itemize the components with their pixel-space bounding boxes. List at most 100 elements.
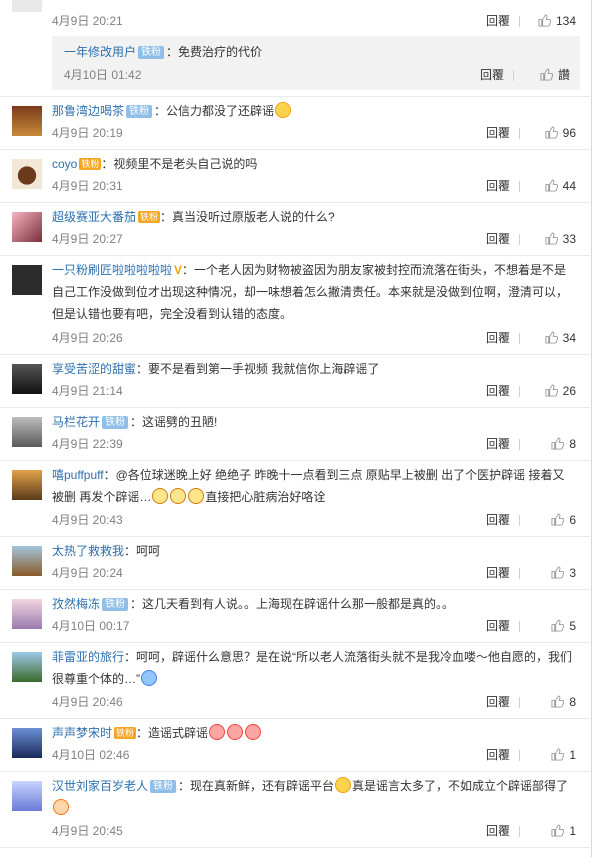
- like-button[interactable]: 34: [545, 329, 576, 347]
- avatar[interactable]: [12, 212, 42, 242]
- like-button[interactable]: 1: [551, 822, 576, 840]
- comment-date: 4月9日 20:45: [52, 824, 123, 838]
- comment-meta: 4月9日 21:14 回覆 26: [52, 382, 576, 400]
- avatar[interactable]: [12, 546, 42, 576]
- like-button[interactable]: 96: [545, 124, 576, 142]
- divider: [519, 515, 520, 526]
- avatar[interactable]: [12, 417, 42, 447]
- like-button[interactable]: 讚: [540, 66, 570, 84]
- comment-content: 现在真新鲜，还有辟谣平台: [190, 779, 335, 793]
- like-count: 1: [569, 824, 576, 838]
- fan-badge: 铁粉: [150, 780, 177, 793]
- reply-button[interactable]: 回覆: [486, 564, 510, 582]
- reply-button[interactable]: 回覆: [486, 511, 510, 529]
- avatar[interactable]: [12, 781, 42, 811]
- like-button[interactable]: 5: [551, 617, 576, 635]
- comment-username[interactable]: 孜然梅冻: [52, 597, 100, 611]
- like-count: 8: [569, 437, 576, 451]
- reply-button[interactable]: 回覆: [486, 435, 510, 453]
- thumbs-up-icon: [551, 437, 565, 450]
- comment-text: 马栏花开 铁粉 ：这谣劈的丑陋!: [52, 415, 218, 429]
- avatar[interactable]: [12, 599, 42, 629]
- thumbs-up-icon: [538, 14, 551, 27]
- comment-username[interactable]: 超级赛亚大番茄: [52, 210, 136, 224]
- like-button[interactable]: 3: [551, 564, 576, 582]
- avatar[interactable]: [12, 159, 42, 189]
- thumbs-up-icon: [545, 179, 558, 192]
- reply-button[interactable]: 回覆: [486, 693, 510, 711]
- reply-button[interactable]: 回覆: [480, 66, 504, 84]
- comment-date: 4月9日 20:31: [52, 179, 123, 193]
- like-button[interactable]: 44: [545, 177, 576, 195]
- comment-username[interactable]: 声声梦宋时: [52, 726, 112, 740]
- reply-button[interactable]: 回覆: [486, 124, 510, 142]
- like-button[interactable]: 6: [551, 511, 576, 529]
- comment-item: 一只粉刷匠啦啦啦啦啦 V：一个老人因为财物被盗因为朋友家被封控而流落在街头，不想着…: [0, 255, 590, 355]
- divider: [519, 826, 520, 837]
- divider: [519, 16, 520, 27]
- divider: [519, 621, 520, 632]
- comment-username[interactable]: 太热了救救我: [52, 544, 124, 558]
- like-button[interactable]: 8: [551, 435, 576, 453]
- fan-badge: 铁粉: [138, 46, 165, 59]
- comment-meta: 4月9日 20:21 回覆 134: [52, 12, 576, 30]
- divider: [519, 750, 520, 761]
- comment-content: 这几天看到有人说。。上海现在辟谣什么那一般都是真的。。: [142, 597, 455, 611]
- comment-content: 这谣劈的丑陋!: [142, 415, 218, 429]
- like-button[interactable]: 134: [538, 12, 576, 30]
- comment-username[interactable]: coyo: [52, 157, 77, 171]
- avatar[interactable]: [12, 470, 42, 500]
- comment-content-continued: 直接把心脏病治好咯诠: [205, 490, 326, 504]
- comment-username[interactable]: 马栏花开: [52, 415, 100, 429]
- reply-button[interactable]: 回覆: [486, 382, 510, 400]
- verified-icon: V: [174, 263, 183, 277]
- comment-date: 4月9日 21:14: [52, 384, 123, 398]
- reply-button[interactable]: 回覆: [486, 329, 510, 347]
- comment-content: 视频里不是老头自己说的吗: [113, 157, 258, 171]
- kiss-emoji-icon: [227, 724, 244, 740]
- fan-badge: 铁粉: [102, 598, 129, 611]
- comment-username[interactable]: 嘻puffpuff: [52, 468, 104, 482]
- comment-item: 孜然梅冻 铁粉 ：这几天看到有人说。。上海现在辟谣什么那一般都是真的。。 4月10日…: [0, 589, 590, 643]
- scroll-border: [591, 0, 592, 857]
- mask-emoji-icon: [141, 670, 157, 686]
- comment-item: 菲雷亚的旅行：呵呵，辟谣什么意思？是在说“所以老人流落街头就不是我冷血喽～他自愿…: [0, 642, 590, 719]
- comment-username[interactable]: 汉世刘家百岁老人: [52, 779, 148, 793]
- divider: [519, 568, 520, 579]
- avatar[interactable]: [12, 0, 42, 12]
- avatar[interactable]: [12, 265, 42, 295]
- avatar[interactable]: [12, 652, 42, 682]
- like-button[interactable]: 1: [551, 746, 576, 764]
- comment-date: 4月9日 20:43: [52, 513, 123, 527]
- reply-button[interactable]: 回覆: [486, 617, 510, 635]
- comment-username[interactable]: 一只粉刷匠啦啦啦啦啦: [52, 263, 172, 277]
- avatar[interactable]: [12, 364, 42, 394]
- comment-text: 汉世刘家百岁老人 铁粉 ：现在真新鲜，还有辟谣平台 真是谣言太多了，不如成立个辟谣部得…: [52, 775, 576, 819]
- thumbs-up-icon: [545, 384, 558, 397]
- reply-button[interactable]: 回覆: [486, 746, 510, 764]
- avatar[interactable]: [12, 106, 42, 136]
- reply-button[interactable]: 回覆: [486, 230, 510, 248]
- comment-item: 太热了救救我：呵呵 4月9日 20:24 回覆 3: [0, 536, 590, 590]
- comment-username[interactable]: 菲雷亚的旅行: [52, 650, 124, 664]
- reply-button[interactable]: 回覆: [486, 177, 510, 195]
- like-button[interactable]: 26: [545, 382, 576, 400]
- comment-meta: 4月9日 20:19 回覆 96: [52, 124, 576, 142]
- comment-username[interactable]: 享受苦涩的甜蜜: [52, 362, 136, 376]
- comment-item: 4月9日 20:21 回覆 134 一年修改用户 铁粉 ：免费治疗的代价 4月10日…: [0, 0, 590, 97]
- reply-meta: 4月10日 01:42 回覆 讚: [64, 66, 570, 84]
- comment-username[interactable]: 那鲁湾边喝茶: [52, 104, 124, 118]
- comment-text: coyo 铁粉 ：视频里不是老头自己说的吗: [52, 157, 258, 171]
- like-button[interactable]: 8: [551, 693, 576, 711]
- reply-button[interactable]: 回覆: [486, 822, 510, 840]
- like-button[interactable]: 33: [545, 230, 576, 248]
- reply-button[interactable]: 回覆: [486, 12, 510, 30]
- thumbs-up-icon: [551, 619, 565, 632]
- sweat-emoji-icon: [152, 488, 169, 504]
- reply-username[interactable]: 一年修改用户: [64, 45, 136, 59]
- vip-fan-badge: 铁粉: [79, 158, 102, 170]
- divider: [519, 234, 520, 245]
- comment-meta: 4月10日 00:17 回覆 5: [52, 617, 576, 635]
- thumbs-up-icon: [551, 824, 565, 837]
- avatar[interactable]: [12, 728, 42, 758]
